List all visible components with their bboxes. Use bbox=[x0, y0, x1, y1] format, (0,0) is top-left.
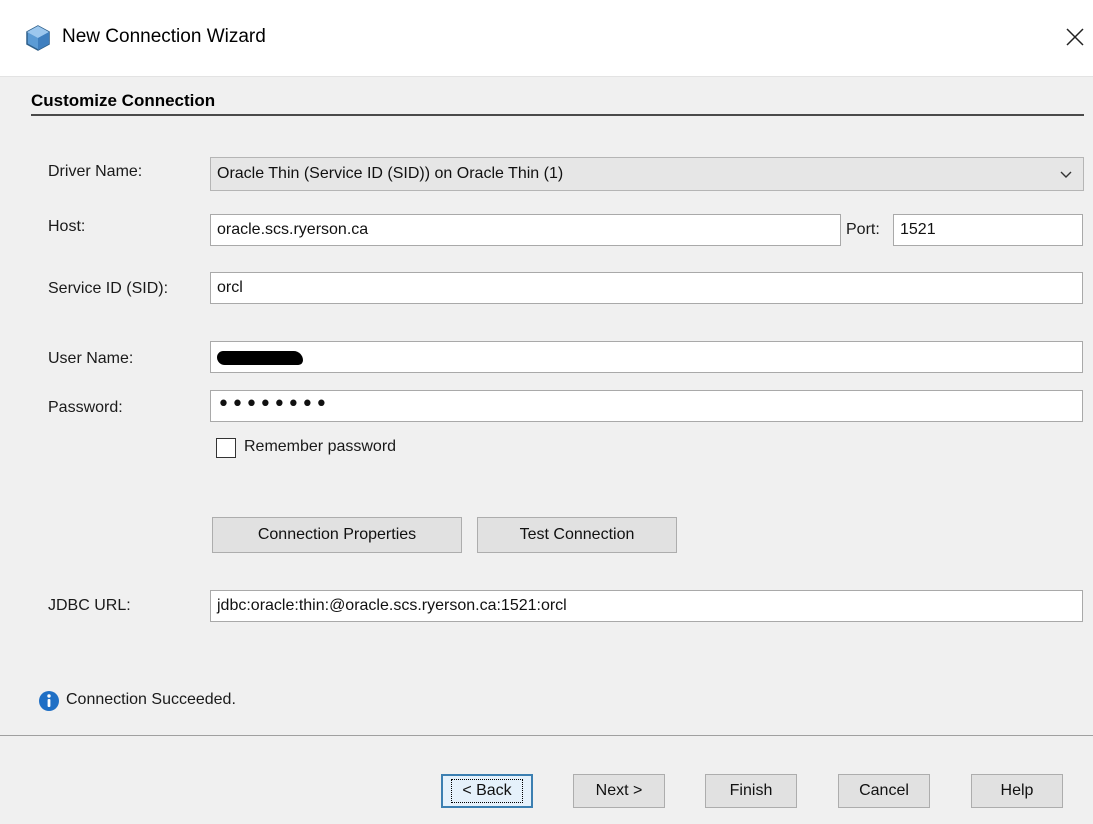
remember-password-label[interactable]: Remember password bbox=[244, 438, 396, 456]
close-icon bbox=[1066, 28, 1084, 46]
back-button[interactable]: < Back bbox=[441, 774, 533, 808]
section-divider bbox=[31, 114, 1084, 116]
host-label: Host: bbox=[48, 218, 86, 235]
jdbc-url-label: JDBC URL: bbox=[48, 597, 131, 614]
window-title: New Connection Wizard bbox=[62, 26, 266, 47]
sid-label: Service ID (SID): bbox=[48, 280, 169, 297]
finish-button[interactable]: Finish bbox=[705, 774, 797, 808]
host-field[interactable]: oracle.scs.ryerson.ca bbox=[210, 214, 841, 246]
wizard-footer: < Back Next > Finish Cancel Help bbox=[0, 735, 1093, 824]
help-button[interactable]: Help bbox=[971, 774, 1063, 808]
port-field[interactable]: 1521 bbox=[893, 214, 1083, 246]
jdbc-url-field[interactable]: jdbc:oracle:thin:@oracle.scs.ryerson.ca:… bbox=[210, 590, 1083, 622]
driver-name-value: Oracle Thin (Service ID (SID)) on Oracle… bbox=[217, 165, 564, 182]
port-label: Port: bbox=[846, 221, 880, 238]
password-label: Password: bbox=[48, 399, 123, 416]
test-connection-button[interactable]: Test Connection bbox=[477, 517, 677, 553]
user-name-label: User Name: bbox=[48, 350, 134, 367]
redacted-username bbox=[217, 351, 303, 365]
netbeans-cube-icon bbox=[26, 25, 50, 51]
wizard-content: Customize Connection Driver Name: Oracle… bbox=[0, 76, 1093, 736]
close-button[interactable] bbox=[1058, 18, 1092, 56]
back-button-label: < Back bbox=[451, 779, 523, 803]
section-title: Customize Connection bbox=[31, 91, 216, 110]
driver-name-label: Driver Name: bbox=[48, 163, 143, 180]
password-mask: •••••••• bbox=[217, 392, 329, 417]
chevron-down-icon bbox=[1060, 171, 1072, 178]
sid-field[interactable]: orcl bbox=[210, 272, 1083, 304]
next-button[interactable]: Next > bbox=[573, 774, 665, 808]
info-icon bbox=[39, 691, 59, 711]
connection-properties-button[interactable]: Connection Properties bbox=[212, 517, 462, 553]
title-bar: New Connection Wizard bbox=[0, 0, 1093, 76]
user-name-field[interactable] bbox=[210, 341, 1083, 373]
cancel-button[interactable]: Cancel bbox=[838, 774, 930, 808]
status-message: Connection Succeeded. bbox=[66, 691, 236, 708]
driver-name-select[interactable]: Oracle Thin (Service ID (SID)) on Oracle… bbox=[210, 157, 1084, 191]
remember-password-checkbox[interactable] bbox=[216, 438, 236, 458]
password-field[interactable]: •••••••• bbox=[210, 390, 1083, 422]
